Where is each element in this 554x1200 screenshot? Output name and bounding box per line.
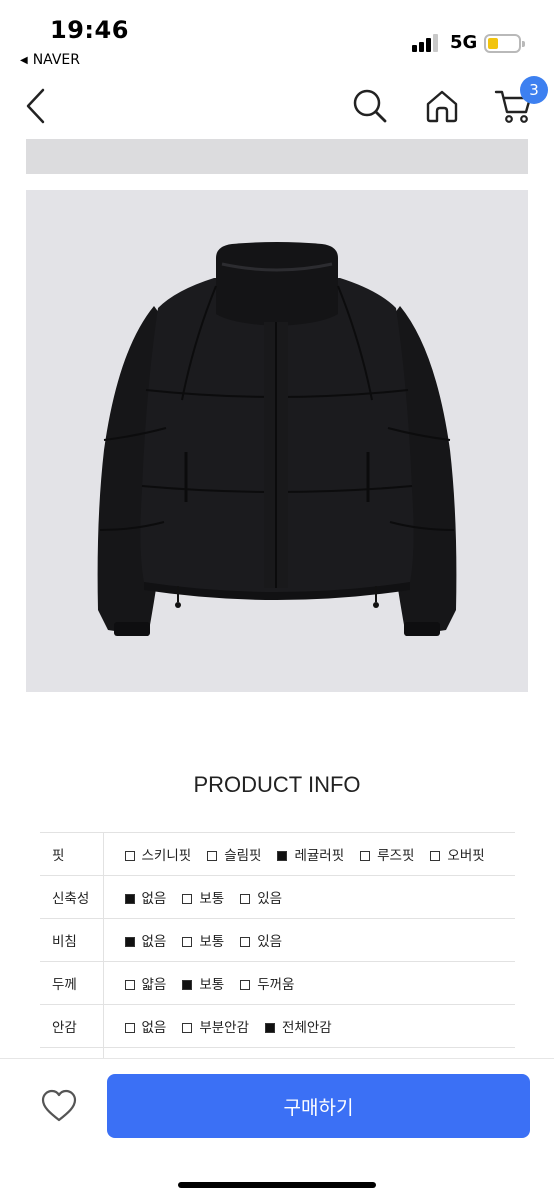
- buy-button[interactable]: 구매하기: [107, 1074, 530, 1138]
- empty-box-icon: [182, 894, 193, 904]
- product-info-title: PRODUCT INFO: [193, 772, 361, 797]
- product-image-main: [26, 190, 528, 692]
- empty-box-icon: [360, 851, 371, 861]
- spec-option: 전체안감: [265, 1016, 332, 1036]
- empty-box-icon: [240, 937, 251, 947]
- spec-option-label: 보통: [199, 977, 225, 993]
- empty-box-icon: [124, 851, 135, 861]
- spec-option-label: 스키니핏: [141, 848, 192, 864]
- spec-option-label: 보통: [199, 934, 225, 950]
- checked-box-icon: [182, 980, 193, 990]
- spec-option: 보통: [182, 973, 224, 993]
- spec-row: 두께 얇음 보통 두꺼움: [40, 961, 515, 1005]
- cart-count-badge: 3: [520, 76, 548, 104]
- spec-option-label: 슬림핏: [224, 848, 262, 864]
- spec-option-label: 없음: [141, 1020, 167, 1036]
- product-spec-table: 핏 스키니핏 슬림핏 레귤러핏 루즈핏 오버핏 신축성 없음 보통 있음 비침 없음 보통 있음 두께 얇음 보…: [40, 832, 515, 1091]
- empty-box-icon: [207, 851, 218, 861]
- home-indicator: [178, 1182, 376, 1188]
- search-icon[interactable]: [352, 88, 388, 124]
- spec-option-label: 전체안감: [282, 1020, 332, 1036]
- back-app-label: NAVER: [32, 52, 81, 68]
- spec-option-label: 오버핏: [447, 848, 485, 864]
- product-image-previous: [26, 139, 528, 174]
- spec-option: 부분안감: [182, 1016, 249, 1036]
- network-label: 5G: [450, 32, 478, 53]
- spec-label: 핏: [40, 832, 104, 876]
- spec-option: 없음: [124, 1016, 167, 1036]
- empty-box-icon: [124, 980, 135, 990]
- empty-box-icon: [182, 1023, 193, 1033]
- spec-label: 비침: [40, 918, 104, 962]
- battery-icon: [484, 34, 525, 53]
- chevron-left-icon[interactable]: [24, 88, 48, 124]
- spec-option-label: 얇음: [141, 977, 167, 993]
- back-to-app-link[interactable]: ◀ NAVER: [20, 52, 80, 68]
- spec-row: 안감 없음 부분안감 전체안감: [40, 1004, 515, 1048]
- spec-option-label: 보통: [199, 891, 225, 907]
- spec-option: 보통: [182, 887, 224, 907]
- spec-label: 신축성: [40, 875, 104, 919]
- empty-box-icon: [182, 937, 193, 947]
- spec-option-label: 루즈핏: [377, 848, 415, 864]
- spec-option: 없음: [124, 887, 167, 907]
- checked-box-icon: [124, 894, 135, 904]
- empty-box-icon: [240, 980, 251, 990]
- spec-option: 스키니핏: [124, 844, 192, 864]
- checked-box-icon: [277, 851, 288, 861]
- spec-options: 얇음 보통 두꺼움: [103, 961, 515, 1005]
- spec-option-label: 있음: [257, 934, 283, 950]
- puffer-jacket-image: [97, 242, 457, 636]
- spec-options: 없음 보통 있음: [103, 875, 515, 919]
- spec-option: 보통: [182, 930, 224, 950]
- spec-row: 신축성 없음 보통 있음: [40, 875, 515, 919]
- spec-row: 핏 스키니핏 슬림핏 레귤러핏 루즈핏 오버핏: [40, 832, 515, 876]
- status-time: 19:46: [50, 16, 129, 44]
- spec-option: 있음: [240, 887, 282, 907]
- spec-option: 루즈핏: [360, 844, 414, 864]
- spec-options: 없음 보통 있음: [103, 918, 515, 962]
- top-nav: [0, 74, 554, 138]
- spec-option: 오버핏: [430, 844, 485, 864]
- empty-box-icon: [240, 894, 251, 904]
- empty-box-icon: [124, 1023, 135, 1033]
- spec-label: 안감: [40, 1004, 104, 1048]
- spec-option: 얇음: [124, 973, 167, 993]
- back-triangle-icon: ◀: [20, 54, 28, 66]
- spec-label: 두께: [40, 961, 104, 1005]
- spec-option-label: 있음: [257, 891, 283, 907]
- checked-box-icon: [265, 1023, 276, 1033]
- spec-option: 없음: [124, 930, 167, 950]
- empty-box-icon: [430, 851, 441, 861]
- bottom-action-bar: 구매하기: [0, 1058, 554, 1200]
- checked-box-icon: [124, 937, 135, 947]
- spec-option-label: 없음: [141, 891, 167, 907]
- spec-option-label: 부분안감: [199, 1020, 250, 1036]
- status-bar: 19:46 ◀ NAVER 5G: [0, 0, 554, 74]
- signal-icon: [412, 34, 442, 52]
- spec-option: 두꺼움: [240, 973, 294, 993]
- spec-options: 스키니핏 슬림핏 레귤러핏 루즈핏 오버핏: [103, 832, 515, 876]
- spec-option: 있음: [240, 930, 282, 950]
- home-icon[interactable]: [424, 88, 460, 124]
- spec-option-label: 두꺼움: [257, 977, 295, 993]
- spec-option-label: 없음: [141, 934, 167, 950]
- spec-options: 없음 부분안감 전체안감: [103, 1004, 515, 1048]
- spec-option-label: 레귤러핏: [294, 848, 345, 864]
- spec-option: 레귤러핏: [277, 844, 344, 864]
- spec-option: 슬림핏: [207, 844, 261, 864]
- spec-row: 비침 없음 보통 있음: [40, 918, 515, 962]
- heart-icon[interactable]: [40, 1089, 78, 1123]
